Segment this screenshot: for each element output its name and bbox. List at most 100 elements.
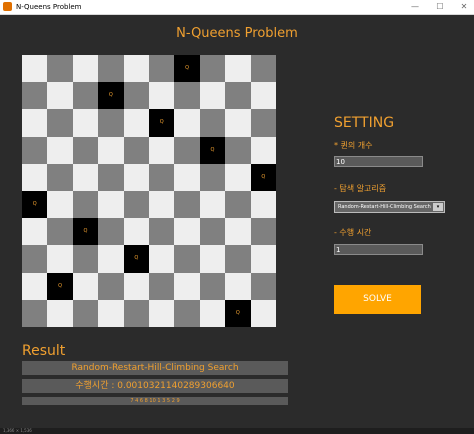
board-cell-queen: Q — [22, 191, 48, 219]
board-cell — [22, 82, 48, 110]
queen-piece: Q — [210, 146, 215, 153]
board-cell — [199, 163, 226, 191]
board-cell — [72, 163, 99, 191]
board-cell — [22, 299, 48, 327]
board-cell — [148, 272, 175, 300]
queen-piece: Q — [58, 282, 63, 289]
queen-piece: Q — [185, 65, 190, 72]
board-cell — [250, 82, 276, 110]
board-cell — [47, 299, 73, 327]
board-cell — [174, 136, 200, 164]
board-cell — [174, 272, 200, 300]
result-title: Result — [22, 343, 66, 359]
algorithm-label: - 탐색 알고리즘 — [334, 184, 387, 193]
status-text: 1,366 × 1,536 — [3, 428, 32, 433]
board-cell — [174, 299, 200, 327]
board-cell — [72, 272, 99, 300]
board-cell — [123, 218, 149, 246]
queen-count-input[interactable] — [334, 156, 423, 167]
board-cell-queen: Q — [225, 299, 251, 327]
run-time-input[interactable] — [334, 244, 423, 255]
board-cell — [225, 272, 251, 300]
board-cell — [250, 55, 276, 83]
queen-piece: Q — [235, 309, 240, 316]
result-detail: 7 4 6 8 10 1 3 5 2 9 — [22, 397, 288, 405]
board-cell — [250, 272, 276, 300]
board-cell-queen: Q — [98, 82, 124, 110]
board-cell — [148, 163, 175, 191]
board-cell — [199, 299, 226, 327]
board-cell — [199, 55, 226, 83]
board-cell — [225, 163, 251, 191]
result-elapsed: 수행시간 : 0.0010321140289306640 — [22, 379, 288, 393]
board-cell — [123, 136, 149, 164]
board-cell — [225, 245, 251, 273]
board-cell — [22, 218, 48, 246]
board-cell — [123, 55, 149, 83]
board-cell — [199, 245, 226, 273]
board-cell — [98, 136, 124, 164]
board-cell — [225, 82, 251, 110]
board-cell — [72, 55, 99, 83]
result-algorithm: Random-Restart-Hill-Climbing Search — [22, 361, 288, 375]
board-cell — [148, 245, 175, 273]
board-cell — [148, 191, 175, 219]
queen-piece: Q — [134, 255, 139, 262]
board-cell — [123, 299, 149, 327]
queen-piece: Q — [108, 92, 113, 99]
board-cell — [98, 109, 124, 137]
run-time-label: - 수행 시간 — [334, 228, 372, 237]
board-cell — [174, 245, 200, 273]
board-cell — [148, 55, 175, 83]
board-cell — [22, 272, 48, 300]
queen-piece: Q — [83, 228, 88, 235]
board-cell — [199, 82, 226, 110]
chevron-down-icon[interactable]: ▾ — [433, 203, 443, 211]
chess-board: Q Q Q Q Q Q Q Q Q Q — [22, 55, 276, 327]
window-bottom-strip: 1,366 × 1,536 — [0, 428, 474, 434]
board-cell — [47, 191, 73, 219]
board-cell — [174, 163, 200, 191]
board-cell — [199, 191, 226, 219]
board-cell — [98, 245, 124, 273]
board-cell — [22, 245, 48, 273]
board-cell — [250, 245, 276, 273]
board-cell — [123, 272, 149, 300]
queen-count-label: * 퀸의 개수 — [334, 141, 373, 150]
board-cell — [225, 191, 251, 219]
setting-title: SETTING — [334, 115, 395, 131]
queen-piece: Q — [261, 173, 266, 180]
board-cell — [72, 299, 99, 327]
board-cell — [174, 82, 200, 110]
board-cell — [22, 163, 48, 191]
board-cell — [148, 299, 175, 327]
board-cell — [98, 272, 124, 300]
board-cell — [98, 191, 124, 219]
board-cell — [123, 163, 149, 191]
board-cell-queen: Q — [174, 55, 200, 83]
queen-piece: Q — [159, 119, 164, 126]
board-cell — [98, 218, 124, 246]
board-cell — [225, 136, 251, 164]
board-cell — [250, 191, 276, 219]
close-icon[interactable]: ✕ — [454, 0, 474, 14]
board-cell — [47, 218, 73, 246]
board-cell — [148, 82, 175, 110]
minimize-icon[interactable]: — — [405, 0, 425, 14]
maximize-icon[interactable]: ☐ — [430, 0, 450, 14]
board-cell — [47, 163, 73, 191]
board-cell — [250, 218, 276, 246]
board-cell — [72, 245, 99, 273]
board-cell — [148, 136, 175, 164]
board-cell — [250, 299, 276, 327]
board-cell-queen: Q — [148, 109, 175, 137]
board-cell — [98, 55, 124, 83]
queen-piece: Q — [32, 201, 37, 208]
board-cell-queen: Q — [250, 163, 276, 191]
app-icon — [3, 2, 12, 11]
board-cell — [174, 109, 200, 137]
board-cell — [22, 55, 48, 83]
solve-button[interactable]: SOLVE — [334, 285, 421, 314]
board-cell — [47, 245, 73, 273]
algorithm-select[interactable]: Random-Restart-Hill-Climbing Search ▾ — [334, 201, 445, 213]
